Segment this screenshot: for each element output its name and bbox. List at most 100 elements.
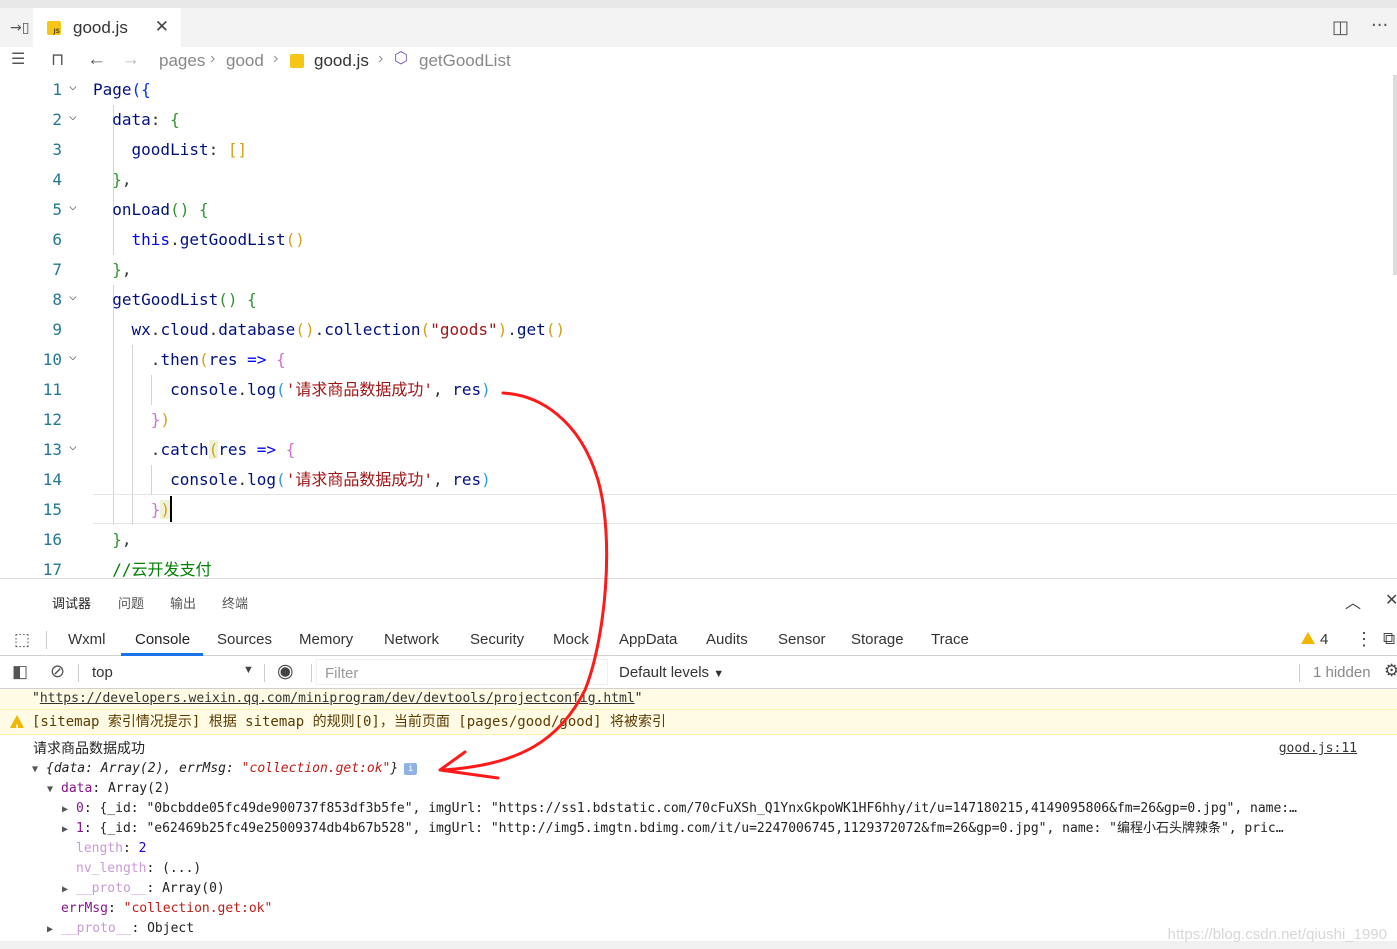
split-editor-icon[interactable]: ◫ <box>1332 19 1349 37</box>
tree-row-item1[interactable]: ▶ 1: {_id: "e62469b25fc49e25009374db4b67b… <box>62 819 1284 839</box>
line-number: 5 <box>52 200 62 219</box>
more-vertical-icon[interactable]: ⋮ <box>1355 629 1373 650</box>
prop-value: Array(2) <box>107 781 171 796</box>
code-editor[interactable]: 1 ⌵ Page({ 2 ⌵ data: { 3 goodList: [] 4 … <box>0 75 1397 578</box>
tab-debugger[interactable]: 调试器 <box>52 593 91 612</box>
levels-dropdown[interactable]: Default levels ▼ <box>619 664 724 681</box>
filter-input[interactable]: Filter <box>316 659 608 685</box>
expand-triangle-icon[interactable]: ▼ <box>47 780 61 800</box>
code-line: 3 goodList: [] <box>0 135 1397 165</box>
prop-key: __proto__ <box>61 921 132 936</box>
tab-trace[interactable]: Trace <box>931 631 969 648</box>
devtools-panel: 调试器 问题 输出 终端 ︿ ✕ ⬚ Wxml Console Sources … <box>0 578 1397 949</box>
line-number: 3 <box>52 140 62 159</box>
code-line: 17 //云开发支付 <box>0 555 1397 578</box>
code-text: }) <box>150 410 171 429</box>
tab-mock[interactable]: Mock <box>553 631 589 648</box>
line-number: 9 <box>52 320 62 339</box>
hidden-count: 1 hidden <box>1313 664 1371 681</box>
collapse-triangle-icon[interactable]: ▶ <box>47 920 61 940</box>
tab-sources[interactable]: Sources <box>217 631 272 648</box>
prop-value: (...) <box>162 861 202 876</box>
tab-problems[interactable]: 问题 <box>118 593 144 612</box>
tree-row-proto-object[interactable]: ▶ __proto__: Object <box>47 919 194 939</box>
expand-triangle-icon[interactable]: ▼ <box>32 760 46 780</box>
tab-wxml[interactable]: Wxml <box>68 631 106 648</box>
prop-value: {_id: "0bcbdde05fc49de900737f853df3b5fe"… <box>99 801 1297 816</box>
inspect-icon[interactable]: ⬚ <box>14 630 30 650</box>
tab-bar: →▯ good.js ✕ ◫ ··· <box>0 8 1397 47</box>
breadcrumb-item-file[interactable]: good.js <box>314 51 369 71</box>
console-message-link: "https://developers.weixin.qq.com/minipr… <box>0 689 1397 709</box>
close-icon[interactable]: ✕ <box>155 17 169 37</box>
code-text: console.log('请求商品数据成功', res) <box>170 470 491 489</box>
back-icon[interactable]: ← <box>87 50 106 69</box>
tab-good-js[interactable]: good.js ✕ <box>33 8 181 47</box>
divider <box>78 664 79 682</box>
console-warning: [sitemap 索引情况提示] 根据 sitemap 的规则[0]，当前页面 … <box>0 709 1397 741</box>
chevron-down-icon[interactable]: ⌵ <box>69 75 77 102</box>
tab-output[interactable]: 输出 <box>170 593 196 612</box>
outline-icon[interactable]: ☰ <box>11 52 25 68</box>
sidebar-icon[interactable]: ◧ <box>12 662 28 682</box>
tab-terminal[interactable]: 终端 <box>222 593 248 612</box>
line-number: 11 <box>42 380 62 399</box>
context-select[interactable]: top <box>92 664 113 681</box>
tab-appdata[interactable]: AppData <box>619 631 677 648</box>
chevron-down-icon[interactable]: ⌵ <box>69 192 77 222</box>
chevron-down-icon[interactable]: ⌵ <box>69 102 77 132</box>
tab-network[interactable]: Network <box>384 631 439 648</box>
watermark: https://blog.csdn.net/qiushi_1990 <box>1167 926 1387 943</box>
code-line: 1 ⌵ Page({ <box>0 75 1397 105</box>
collapse-triangle-icon[interactable]: ▶ <box>62 800 76 820</box>
chevron-right-icon: › <box>273 50 279 67</box>
clear-icon[interactable]: ⊘ <box>50 661 65 682</box>
undock-icon[interactable]: ⧉ <box>1383 629 1395 649</box>
code-text: data: { <box>112 110 180 129</box>
tree-row-item0[interactable]: ▶ 0: {_id: "0bcbdde05fc49de900737f853df3b… <box>62 799 1297 819</box>
tab-audits[interactable]: Audits <box>706 631 748 648</box>
log-source-link[interactable]: good.js:11 <box>1279 741 1357 756</box>
tab-storage[interactable]: Storage <box>851 631 904 648</box>
gear-icon[interactable]: ⚙ <box>1384 661 1397 681</box>
prop-key: nv_length <box>76 861 147 876</box>
chevron-down-icon[interactable]: ⌵ <box>69 432 77 462</box>
tree-row-proto-array[interactable]: ▶ __proto__: Array(0) <box>62 879 225 899</box>
projectconfig-link[interactable]: https://developers.weixin.qq.com/minipro… <box>40 691 635 706</box>
prop-key: 1 <box>76 821 84 836</box>
tab-console[interactable]: Console <box>135 631 190 648</box>
more-icon[interactable]: ··· <box>1371 17 1388 35</box>
collapse-triangle-icon[interactable]: ▶ <box>62 880 76 900</box>
prop-value: Array(0) <box>162 881 225 896</box>
bookmark-icon[interactable]: ⊓ <box>51 51 64 68</box>
levels-label: Default levels <box>619 664 710 681</box>
collapse-triangle-icon[interactable]: ▶ <box>62 820 76 840</box>
app-window: →▯ good.js ✕ ◫ ··· ☰ ⊓ ← → pages › good … <box>0 0 1397 949</box>
breadcrumb-item-pages[interactable]: pages <box>159 51 205 71</box>
tree-row-nvlength[interactable]: nv_length: (...) <box>76 859 201 879</box>
close-icon[interactable]: ✕ <box>1385 590 1397 610</box>
tab-sensor[interactable]: Sensor <box>778 631 826 648</box>
editor-scrollbar[interactable] <box>1393 75 1397 275</box>
object-summary[interactable]: ▼ {data: Array(2), errMsg: "collection.ge… <box>32 759 418 780</box>
code-line: 5 ⌵ onLoad() { <box>0 195 1397 225</box>
console-messages: "https://developers.weixin.qq.com/minipr… <box>0 689 1397 949</box>
breadcrumb-item-good[interactable]: good <box>226 51 264 71</box>
chevron-down-icon[interactable]: ⌵ <box>69 282 77 312</box>
eye-icon[interactable]: ◉ <box>277 660 294 683</box>
breadcrumb-item-method[interactable]: getGoodList <box>419 51 511 71</box>
chevron-up-icon[interactable]: ︿ <box>1345 589 1361 613</box>
tree-row-data[interactable]: ▼ data: Array(2) <box>47 779 171 799</box>
chevron-down-icon[interactable]: ⌵ <box>69 342 77 372</box>
prop-key: errMsg <box>61 901 108 916</box>
explorer-toggle-icon[interactable]: →▯ <box>10 21 29 35</box>
prop-key: length <box>76 841 123 856</box>
code-line: 7 }, <box>0 255 1397 285</box>
tab-memory[interactable]: Memory <box>299 631 353 648</box>
forward-icon[interactable]: → <box>121 50 140 69</box>
info-icon[interactable]: i <box>404 762 418 775</box>
chevron-down-icon[interactable]: ▼ <box>243 664 254 676</box>
line-number: 10 <box>42 350 62 369</box>
tab-security[interactable]: Security <box>470 631 524 648</box>
warning-count[interactable]: 4 <box>1320 631 1328 648</box>
